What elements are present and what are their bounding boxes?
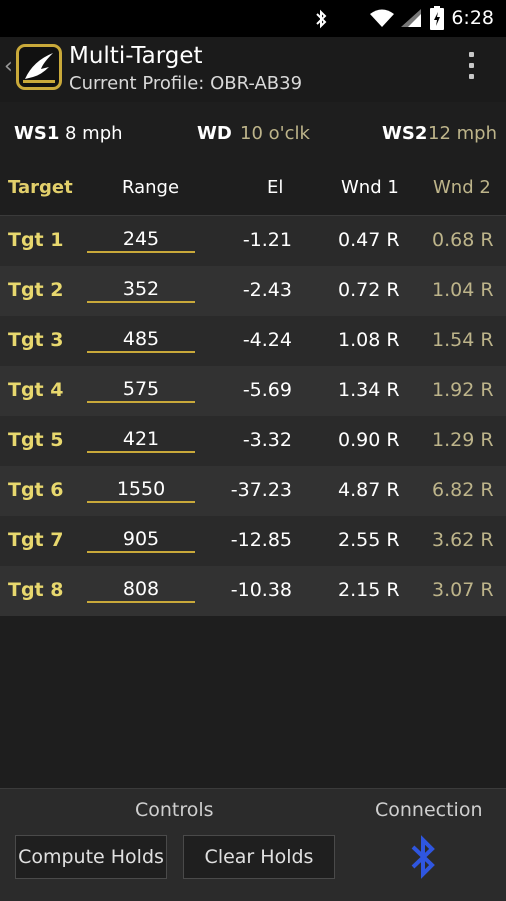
column-header-el: El	[267, 177, 284, 198]
target-name: Tgt 7	[8, 529, 64, 551]
elevation-value: -1.21	[242, 229, 292, 251]
table-row: Tgt 1 245 -1.21 0.47 R 0.68 R	[0, 216, 506, 266]
wind1-value: 0.90 R	[338, 429, 400, 451]
status-time: 6:28	[451, 7, 494, 29]
ws2-label: WS2	[382, 123, 428, 144]
bottom-panel: Controls Connection Compute Holds Clear …	[0, 788, 506, 901]
range-input[interactable]: 352	[87, 278, 195, 303]
target-name: Tgt 4	[8, 379, 64, 401]
connection-label: Connection	[375, 799, 483, 821]
elevation-value: -10.38	[230, 579, 292, 601]
target-name: Tgt 3	[8, 329, 64, 351]
back-chevron-icon[interactable]: ‹	[4, 55, 14, 79]
page-title: Multi-Target	[69, 43, 203, 69]
ws2-value[interactable]: 12 mph	[428, 123, 497, 144]
elevation-value: -5.69	[242, 379, 292, 401]
table-row: Tgt 4 575 -5.69 1.34 R 1.92 R	[0, 366, 506, 416]
compute-holds-button[interactable]: Compute Holds	[15, 835, 167, 879]
range-input[interactable]: 245	[87, 228, 195, 253]
wind2-value: 6.82 R	[432, 479, 494, 501]
elevation-value: -2.43	[242, 279, 292, 301]
wind2-value: 3.07 R	[432, 579, 494, 601]
wd-label: WD	[197, 123, 232, 144]
wind1-value: 2.15 R	[338, 579, 400, 601]
target-table: Tgt 1 245 -1.21 0.47 R 0.68 R Tgt 2 352 …	[0, 216, 506, 616]
battery-icon	[430, 6, 444, 30]
signal-icon	[401, 9, 421, 27]
wind1-value: 0.72 R	[338, 279, 400, 301]
column-header-target: Target	[8, 177, 73, 198]
elevation-value: -3.32	[242, 429, 292, 451]
range-input[interactable]: 575	[87, 378, 195, 403]
wifi-icon	[370, 9, 394, 27]
elevation-value: -37.23	[230, 479, 292, 501]
profile-subtitle: Current Profile: OBR-AB39	[69, 73, 303, 94]
table-header: Target Range El Wnd 1 Wnd 2	[0, 161, 506, 216]
wind1-value: 0.47 R	[338, 229, 400, 251]
range-input[interactable]: 1550	[87, 478, 195, 503]
target-name: Tgt 6	[8, 479, 64, 501]
range-input[interactable]: 808	[87, 578, 195, 603]
table-row: Tgt 8 808 -10.38 2.15 R 3.07 R	[0, 566, 506, 616]
app-bar: ‹ Multi-Target Current Profile: OBR-AB39	[0, 37, 506, 102]
range-input[interactable]: 421	[87, 428, 195, 453]
wind1-value: 2.55 R	[338, 529, 400, 551]
table-row: Tgt 7 905 -12.85 2.55 R 3.62 R	[0, 516, 506, 566]
wind1-value: 4.87 R	[338, 479, 400, 501]
clear-holds-button[interactable]: Clear Holds	[183, 835, 335, 879]
table-row: Tgt 5 421 -3.32 0.90 R 1.29 R	[0, 416, 506, 466]
column-header-wnd2: Wnd 2	[433, 177, 491, 198]
target-name: Tgt 2	[8, 279, 64, 301]
target-name: Tgt 1	[8, 229, 64, 251]
wind2-value: 1.54 R	[432, 329, 494, 351]
overflow-menu-icon[interactable]	[468, 52, 476, 84]
wind2-value: 0.68 R	[432, 229, 494, 251]
wind2-value: 3.62 R	[432, 529, 494, 551]
range-input[interactable]: 485	[87, 328, 195, 353]
column-header-range: Range	[122, 177, 180, 198]
bluetooth-icon	[316, 9, 327, 29]
wind-settings-row: WS1 8 mph WD 10 o'clk WS2 12 mph	[0, 103, 506, 161]
wind2-value: 1.92 R	[432, 379, 494, 401]
wind1-value: 1.34 R	[338, 379, 400, 401]
bluetooth-icon[interactable]	[408, 835, 438, 879]
table-row: Tgt 2 352 -2.43 0.72 R 1.04 R	[0, 266, 506, 316]
column-header-wnd1: Wnd 1	[341, 177, 399, 198]
app-logo-icon[interactable]	[16, 44, 62, 90]
ws1-label: WS1	[14, 123, 60, 144]
wind1-value: 1.08 R	[338, 329, 400, 351]
table-row: Tgt 3 485 -4.24 1.08 R 1.54 R	[0, 316, 506, 366]
target-name: Tgt 5	[8, 429, 64, 451]
elevation-value: -12.85	[230, 529, 292, 551]
target-name: Tgt 8	[8, 579, 64, 601]
controls-label: Controls	[135, 799, 214, 821]
elevation-value: -4.24	[242, 329, 292, 351]
wind2-value: 1.04 R	[432, 279, 494, 301]
status-bar: 6:28	[0, 0, 506, 37]
ws1-value[interactable]: 8 mph	[65, 123, 123, 144]
range-input[interactable]: 905	[87, 528, 195, 553]
table-row: Tgt 6 1550 -37.23 4.87 R 6.82 R	[0, 466, 506, 516]
wind2-value: 1.29 R	[432, 429, 494, 451]
wd-value[interactable]: 10 o'clk	[240, 123, 310, 144]
